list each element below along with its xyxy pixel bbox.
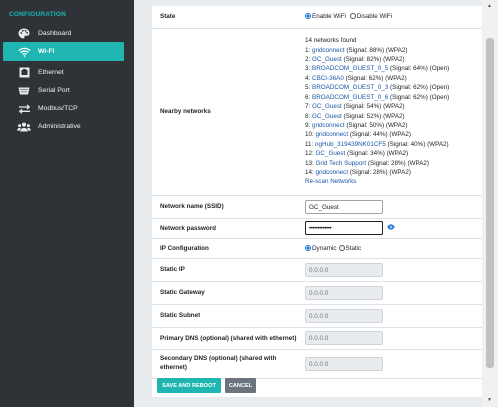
- primary-dns-input[interactable]: 0.0.0.0: [305, 331, 383, 345]
- sidebar-item-dashboard[interactable]: Dashboard: [3, 24, 124, 43]
- network-item: 4: CBCI-36A0 (Signal: 62%) (WPA2): [305, 74, 407, 82]
- static-subnet-input[interactable]: 0.0.0.0: [305, 308, 383, 323]
- dynamic-radio[interactable]: [305, 244, 311, 251]
- wifi-settings-table: State Enable WiFi Disable WiFi Nearby ne…: [152, 6, 483, 379]
- enable-wifi-radio[interactable]: [305, 13, 311, 20]
- network-item: 10: gridconnect (Signal: 44%) (WPA2): [305, 131, 411, 139]
- cancel-button[interactable]: CANCEL: [225, 378, 256, 393]
- nearby-networks-label: Nearby networks: [152, 27, 303, 195]
- network-ssid-link[interactable]: ngHub_319439NK01CF5: [315, 141, 386, 148]
- users-icon: [17, 121, 31, 132]
- state-options: Enable WiFi Disable WiFi: [303, 6, 483, 28]
- rescan-networks-link[interactable]: Re-scan Networks: [305, 177, 483, 186]
- ssid-label: Network name (SSID): [152, 194, 303, 218]
- network-item: 3: BROADCOM_GUEST_0_5 (Signal: 64%) (Ope…: [305, 65, 450, 73]
- network-ssid-link[interactable]: gridconnect: [312, 47, 345, 54]
- palette-icon: [17, 28, 31, 39]
- scrollbar[interactable]: ▲ ▼: [482, 0, 498, 407]
- ip-configuration-row: IP Configuration Dynamic Static: [152, 237, 483, 258]
- static-ip-input[interactable]: 0.0.0.0: [305, 262, 383, 277]
- dynamic-label[interactable]: Dynamic: [312, 245, 337, 252]
- disable-wifi-radio[interactable]: [349, 13, 356, 20]
- networks-found-count: 14 networks found: [305, 37, 357, 45]
- scroll-up-arrow-icon[interactable]: ▲: [487, 3, 492, 9]
- static-gateway-row: Static Gateway 0.0.0.0: [152, 280, 483, 304]
- sidebar-item-ethernet[interactable]: Ethernet: [3, 63, 124, 82]
- network-item: 8: GC_Guest (Signal: 52%) (WPA2): [305, 112, 405, 120]
- secondary-dns-input[interactable]: 0.0.0.0: [305, 356, 383, 371]
- network-item: 11: ngHub_319439NK01CF5 (Signal: 40%) (W…: [305, 140, 449, 148]
- sidebar-item-label: Dashboard: [38, 30, 72, 37]
- network-ssid-link[interactable]: gridconnect: [316, 169, 349, 176]
- state-label: State: [160, 13, 176, 21]
- primary-dns-row: Primary DNS (optional) (shared with ethe…: [152, 326, 483, 349]
- network-item: 7: GC_Guest (Signal: 54%) (WPA2): [305, 103, 405, 111]
- static-gateway-input[interactable]: 0.0.0.0: [305, 285, 383, 300]
- static-subnet-label: Static Subnet: [152, 303, 303, 327]
- network-ssid-link[interactable]: BROADCOM_GUEST_0_6: [312, 94, 388, 101]
- network-ssid-link[interactable]: CBCI-36A0: [312, 75, 344, 82]
- network-ssid-link[interactable]: GC_Guest: [316, 150, 346, 157]
- network-item: 1: gridconnect (Signal: 88%) (WPA2): [305, 46, 408, 54]
- wifi-icon: [17, 46, 31, 57]
- eye-icon[interactable]: [387, 224, 395, 232]
- sidebar-item-serial-port[interactable]: Serial Port: [3, 81, 124, 100]
- primary-dns-label: Primary DNS (optional) (shared with ethe…: [152, 326, 303, 349]
- main-content: State Enable WiFi Disable WiFi Nearby ne…: [134, 0, 483, 407]
- sidebar-item-label: Ethernet: [38, 69, 64, 76]
- network-item: 2: GC_Guest (Signal: 82%) (WPA2): [305, 56, 405, 64]
- network-ssid-link[interactable]: BROADCOM_GUEST_0_5: [312, 65, 388, 72]
- network-item: 12: GC_Guest (Signal: 34%) (WPA2): [305, 150, 409, 158]
- ethernet-port-icon: [17, 67, 31, 78]
- sidebar-item-label: Administrative: [38, 123, 81, 130]
- ip-configuration-options: Dynamic Static: [303, 237, 483, 258]
- transfer-arrows-icon: [17, 103, 31, 114]
- enable-wifi-label[interactable]: Enable WiFi: [312, 13, 346, 20]
- sidebar-item-label: Wi-Fi: [38, 48, 55, 55]
- sidebar-item-label: Modbus/TCP: [38, 105, 78, 112]
- static-ip-row: Static IP 0.0.0.0: [152, 257, 483, 281]
- nearby-networks-row: Nearby networks 14 networks found 1: gri…: [152, 27, 483, 195]
- password-row: Network password •••••••••••••: [152, 217, 483, 238]
- sidebar-item-label: Serial Port: [38, 87, 70, 94]
- ssid-input[interactable]: GC_Guest: [305, 199, 383, 214]
- network-ssid-link[interactable]: GC_Guest: [312, 56, 342, 63]
- static-label[interactable]: Static: [346, 245, 362, 252]
- password-label: Network password: [152, 217, 303, 238]
- ssid-row: Network name (SSID) GC_Guest: [152, 194, 483, 218]
- state-row: State Enable WiFi Disable WiFi: [152, 6, 483, 28]
- static-gateway-label: Static Gateway: [152, 280, 303, 304]
- network-ssid-link[interactable]: gridconnect: [316, 131, 349, 138]
- serial-port-icon: [17, 85, 31, 96]
- nearby-networks-list: 14 networks found 1: gridconnect (Signal…: [303, 27, 483, 195]
- password-input[interactable]: •••••••••••••: [305, 221, 383, 235]
- wifi-settings-card: State Enable WiFi Disable WiFi Nearby ne…: [152, 6, 483, 397]
- sidebar-item-administrative[interactable]: Administrative: [3, 117, 124, 136]
- network-ssid-link[interactable]: GC_Guest: [312, 113, 342, 120]
- secondary-dns-label: Secondary DNS (optional) (shared with et…: [152, 348, 303, 378]
- secondary-dns-row: Secondary DNS (optional) (shared with et…: [152, 348, 483, 378]
- network-ssid-link[interactable]: GC_Guest: [312, 103, 342, 110]
- ip-configuration-label: IP Configuration: [152, 237, 303, 258]
- disable-wifi-label[interactable]: Disable WiFi: [357, 13, 392, 20]
- sidebar-item-wifi[interactable]: Wi-Fi: [3, 42, 124, 61]
- save-and-reboot-button[interactable]: SAVE AND REBOOT: [157, 378, 221, 393]
- network-ssid-link[interactable]: gridconnect: [312, 122, 345, 129]
- static-ip-label: Static IP: [152, 257, 303, 281]
- sidebar-title: CONFIGURATION: [9, 11, 67, 18]
- network-item: 6: BROADCOM_GUEST_0_6 (Signal: 62%) (Ope…: [305, 93, 450, 101]
- network-item: 14: gridconnect (Signal: 28%) (WPA2): [305, 168, 411, 176]
- scroll-down-arrow-icon[interactable]: ▼: [487, 397, 492, 403]
- network-item: 13: Grid Tech Support (Signal: 28%) (WPA…: [305, 159, 430, 167]
- scrollbar-thumb[interactable]: [486, 38, 494, 368]
- network-ssid-link[interactable]: BROADCOM_GUEST_0_3: [312, 84, 388, 91]
- sidebar: CONFIGURATION Dashboard Wi-Fi Ethernet S…: [0, 0, 134, 407]
- network-item: 9: gridconnect (Signal: 50%) (WPA2): [305, 121, 408, 129]
- static-radio[interactable]: [338, 244, 345, 251]
- sidebar-item-modbus-tcp[interactable]: Modbus/TCP: [3, 99, 124, 118]
- network-item: 5: BROADCOM_GUEST_0_3 (Signal: 62%) (Ope…: [305, 84, 450, 92]
- static-subnet-row: Static Subnet 0.0.0.0: [152, 303, 483, 327]
- network-ssid-link[interactable]: Grid Tech Support: [316, 160, 367, 167]
